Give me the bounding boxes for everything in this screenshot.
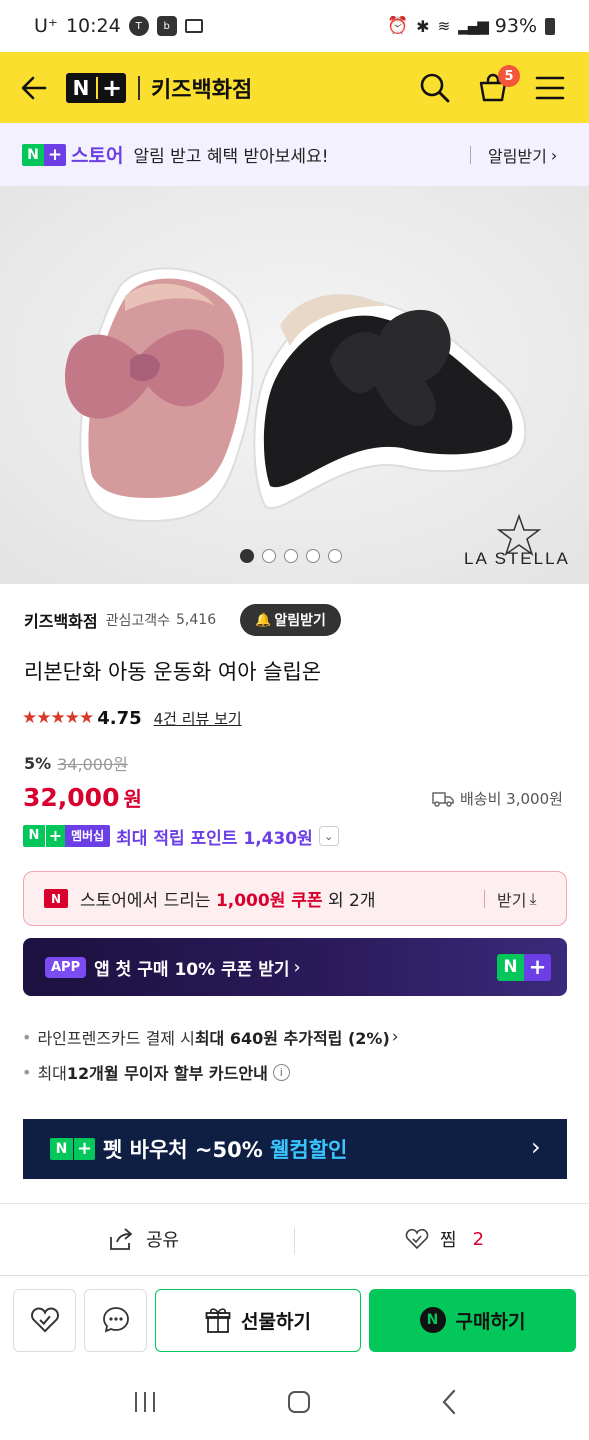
battery-icon bbox=[545, 17, 555, 35]
app-coupon-text: 앱 첫 구매 10% 쿠폰 받기 bbox=[94, 959, 290, 980]
followers-label: 관심고객수 bbox=[105, 613, 171, 629]
naver-plus-membership-badge: N + 멤버십 bbox=[23, 825, 111, 847]
heart-check-icon bbox=[30, 1307, 59, 1333]
battery-percent: 93% bbox=[494, 15, 537, 37]
naver-plus-badge: N + bbox=[50, 1138, 95, 1160]
alarm-icon: ⏰ bbox=[387, 16, 409, 36]
discount-rate: 5% bbox=[24, 753, 52, 773]
bluetooth-icon: ✱ bbox=[416, 16, 430, 36]
shop-name[interactable]: 키즈백화점 bbox=[24, 608, 98, 632]
carousel-dot[interactable] bbox=[240, 549, 254, 563]
carousel-dot[interactable] bbox=[262, 549, 276, 563]
carrier-label: U⁺ bbox=[34, 15, 58, 37]
coupon-box[interactable]: N 스토어에서 드리는 1,000원 쿠폰 외 2개 받기 ⤓ bbox=[23, 871, 567, 926]
rating-row: ★★★★★ 4.75 4건 리뷰 보기 bbox=[22, 704, 242, 732]
membership-points-text: 최대 적립 포인트 1,430원 bbox=[116, 828, 313, 849]
share-icon bbox=[110, 1228, 132, 1250]
system-nav-bar bbox=[0, 1364, 589, 1440]
zzim-button[interactable]: 찜 2 bbox=[404, 1226, 484, 1252]
media-notification-icon bbox=[184, 19, 203, 33]
carousel-indicator bbox=[240, 549, 342, 563]
chat-button[interactable] bbox=[84, 1288, 147, 1352]
price-original-row: 5% 34,000원 bbox=[24, 751, 128, 775]
chat-bubble-icon bbox=[102, 1307, 129, 1333]
chevron-right-icon: › bbox=[550, 145, 558, 165]
membership-points-row[interactable]: N + 멤버십 최대 적립 포인트 1,430원 ⌄ bbox=[23, 824, 339, 849]
gift-icon bbox=[205, 1308, 231, 1333]
review-link[interactable]: 4건 리뷰 보기 bbox=[154, 708, 242, 729]
recent-apps-icon[interactable] bbox=[133, 1391, 157, 1413]
back-arrow-icon[interactable] bbox=[20, 74, 48, 102]
voucher-text: 펫 바우처 ~50% 웰컴할인 bbox=[103, 1138, 348, 1162]
naver-plus-logo[interactable]: N + bbox=[66, 73, 126, 103]
home-icon[interactable] bbox=[287, 1390, 311, 1414]
carousel-dot[interactable] bbox=[306, 549, 320, 563]
rating-stars-icon: ★★★★★ bbox=[22, 708, 94, 728]
bell-plus-icon: 🔔 bbox=[255, 612, 272, 628]
buy-button[interactable]: N 구매하기 bbox=[369, 1288, 576, 1352]
download-icon: ⤓ bbox=[529, 889, 537, 908]
wifi-icon: ≋ bbox=[437, 17, 451, 35]
sale-price: 32,000 원 bbox=[23, 783, 142, 812]
b-app-notification-icon: b bbox=[156, 16, 177, 36]
shop-alert-button[interactable]: 🔔 알림받기 bbox=[240, 604, 341, 636]
talk-notification-icon: T bbox=[128, 16, 149, 36]
banner-alert-link[interactable]: 알림받기 › bbox=[488, 143, 557, 167]
bottom-action-bar: 선물하기 N 구매하기 bbox=[0, 1276, 589, 1364]
menu-icon[interactable] bbox=[535, 75, 565, 101]
banner-text: 알림 받고 혜택 받아보세요! bbox=[133, 147, 329, 167]
carousel-dot[interactable] bbox=[328, 549, 342, 563]
wishlist-button[interactable] bbox=[13, 1288, 76, 1352]
carousel-dot[interactable] bbox=[284, 549, 298, 563]
followers-count: 5,416 bbox=[176, 612, 217, 628]
store-alert-banner: N + 스토어 알림 받고 혜택 받아보세요! 알림받기 › bbox=[0, 123, 589, 186]
card-benefit-item[interactable]: • 라인프렌즈카드 결제 시 최대 640원 추가적립 (2%) › bbox=[22, 1025, 399, 1049]
gift-button[interactable]: 선물하기 bbox=[155, 1288, 361, 1352]
store-title[interactable]: 키즈백화점 bbox=[151, 72, 252, 104]
clock: 10:24 bbox=[65, 15, 121, 37]
app-tag: APP bbox=[45, 956, 87, 978]
section-divider bbox=[0, 1203, 589, 1204]
shipping-info: 배송비 3,000원 bbox=[432, 788, 563, 809]
info-icon[interactable]: i bbox=[272, 1063, 290, 1081]
app-coupon-banner[interactable]: APP 앱 첫 구매 10% 쿠폰 받기 › N + bbox=[23, 938, 567, 996]
top-app-bar: N + 키즈백화점 5 bbox=[0, 52, 589, 123]
product-title: 리본단화 아동 운동화 여아 슬립온 bbox=[24, 660, 322, 684]
signal-icon: ▂▄▆ bbox=[458, 17, 489, 35]
naver-plus-store-logo: N + 스토어 bbox=[22, 141, 123, 168]
chevron-right-icon: › bbox=[293, 956, 301, 978]
coupon-download-button[interactable]: 받기 ⤓ bbox=[497, 887, 537, 911]
product-photo bbox=[0, 186, 589, 584]
share-button[interactable]: 공유 bbox=[108, 1226, 179, 1252]
brand-watermark: LA STELLA bbox=[464, 549, 570, 568]
chevron-down-icon[interactable]: ⌄ bbox=[318, 826, 339, 846]
original-price: 34,000원 bbox=[57, 755, 128, 774]
zzim-count: 2 bbox=[472, 1228, 485, 1250]
heart-check-icon bbox=[405, 1228, 429, 1250]
pet-voucher-banner[interactable]: N + 펫 바우처 ~50% 웰컴할인 › bbox=[23, 1119, 567, 1179]
product-image-carousel[interactable]: LA STELLA bbox=[0, 186, 589, 584]
chevron-right-icon: › bbox=[391, 1027, 399, 1047]
naver-pay-icon: N bbox=[419, 1307, 446, 1333]
chevron-right-icon: › bbox=[531, 1133, 541, 1161]
naver-coupon-icon: N bbox=[44, 889, 68, 908]
back-icon[interactable] bbox=[441, 1389, 457, 1415]
cart-count-badge: 5 bbox=[498, 65, 520, 87]
shop-info-row: 키즈백화점 관심고객수 5,416 bbox=[24, 605, 216, 635]
naver-plus-badge: N + bbox=[497, 954, 551, 981]
rating-value: 4.75 bbox=[97, 707, 142, 729]
status-bar: U⁺ 10:24 T b ⏰ ✱ ≋ ▂▄▆ 93% bbox=[0, 0, 589, 52]
installment-benefit-item[interactable]: • 최대 12개월 무이자 할부 카드안내 i bbox=[22, 1060, 290, 1084]
coupon-text: 스토어에서 드리는 1,000원 쿠폰 외 2개 bbox=[80, 891, 376, 911]
search-icon[interactable] bbox=[419, 72, 451, 104]
truck-icon bbox=[432, 791, 454, 807]
